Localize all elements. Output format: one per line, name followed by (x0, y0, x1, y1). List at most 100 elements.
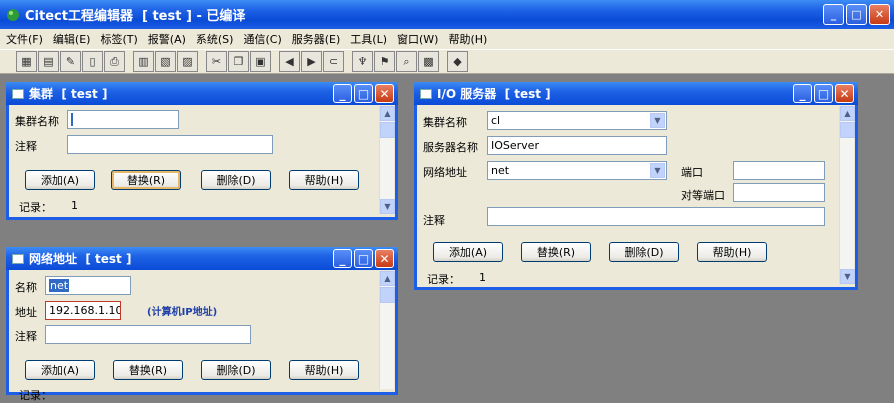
compile-icon[interactable]: ▩ (418, 51, 439, 72)
menu-tags[interactable]: 标签(T) (100, 31, 137, 47)
io-cluster-value: cl (491, 114, 501, 127)
network-add-button[interactable]: 添加(A) (25, 360, 95, 380)
io-close-button[interactable]: ✕ (835, 84, 854, 103)
network-comment-field[interactable] (45, 325, 251, 344)
scroll-up-icon[interactable]: ▲ (380, 106, 395, 121)
io-server-label: 服务器名称 (423, 141, 478, 154)
cluster-name-value (71, 113, 73, 126)
chevron-down-icon[interactable]: ▼ (650, 163, 665, 178)
io-server-field[interactable]: IOServer (487, 136, 667, 155)
menu-tools[interactable]: 工具(L) (350, 31, 387, 47)
io-record-value: 1 (479, 271, 486, 284)
network-help-button[interactable]: 帮助(H) (289, 360, 359, 380)
scroll-thumb[interactable] (380, 287, 395, 303)
io-server-window: I/O 服务器 [ test ] _ □ ✕ 集群名称 cl ▼ 服务器名称 I… (414, 82, 858, 290)
chevron-down-icon[interactable]: ▼ (650, 113, 665, 128)
network-maximize-button[interactable]: □ (354, 249, 373, 268)
maximize-button[interactable]: □ (846, 4, 867, 25)
io-minimize-button[interactable]: _ (793, 84, 812, 103)
variables-icon[interactable]: ▧ (155, 51, 176, 72)
scroll-down-icon[interactable]: ▼ (380, 199, 395, 214)
network-name-value: net (49, 279, 70, 292)
cluster-comment-field[interactable] (67, 135, 273, 154)
cluster-name-field[interactable] (67, 110, 179, 129)
io-port-label: 端口 (681, 166, 703, 179)
network-comment-label: 注释 (15, 330, 37, 343)
scroll-up-icon[interactable]: ▲ (840, 106, 855, 121)
network-addr-field[interactable]: 192.168.1.100 (45, 301, 121, 320)
graphics-icon[interactable]: ▦ (16, 51, 37, 72)
network-window-title: 网络地址 [ test ] (29, 252, 132, 266)
io-comment-field[interactable] (487, 207, 825, 226)
menu-alarms[interactable]: 报警(A) (148, 31, 186, 47)
io-scrollbar[interactable]: ▲ ▼ (839, 106, 855, 284)
io-cluster-combo[interactable]: cl ▼ (487, 111, 667, 130)
menu-file[interactable]: 文件(F) (6, 31, 43, 47)
io-peer-port-field[interactable] (733, 183, 825, 202)
network-scrollbar[interactable]: ▲ (379, 271, 395, 389)
network-minimize-button[interactable]: _ (333, 249, 352, 268)
window-icon (420, 88, 432, 99)
run-icon[interactable]: ♆ (352, 51, 373, 72)
flag-icon[interactable]: ⚑ (374, 51, 395, 72)
network-name-field[interactable]: net (45, 276, 131, 295)
paste-icon[interactable]: ▣ (250, 51, 271, 72)
menu-comms[interactable]: 通信(C) (243, 31, 281, 47)
menu-edit[interactable]: 编辑(E) (53, 31, 91, 47)
project-icon[interactable]: ▤ (38, 51, 59, 72)
cluster-window-title-bar: 集群 [ test ] _ □ ✕ (6, 82, 398, 105)
io-add-button[interactable]: 添加(A) (433, 242, 503, 262)
page-icon[interactable]: ▯ (82, 51, 103, 72)
toolbar: ▦ ▤ ✎ ▯ ⎙ ▥ ▧ ▨ ✂ ❐ ▣ ◀ ▶ ⊂ ♆ ⚑ ⌕ ▩ ◆ (0, 49, 894, 74)
io-help-button[interactable]: 帮助(H) (697, 242, 767, 262)
print-icon[interactable]: ⎙ (104, 51, 125, 72)
pen-icon[interactable]: ✎ (60, 51, 81, 72)
scroll-thumb[interactable] (840, 122, 855, 138)
menu-window[interactable]: 窗口(W) (397, 31, 438, 47)
io-cluster-label: 集群名称 (423, 116, 467, 129)
cluster-help-button[interactable]: 帮助(H) (289, 170, 359, 190)
cluster-add-button[interactable]: 添加(A) (25, 170, 95, 190)
io-maximize-button[interactable]: □ (814, 84, 833, 103)
network-replace-button[interactable]: 替换(R) (113, 360, 183, 380)
network-delete-button[interactable]: 删除(D) (201, 360, 271, 380)
menu-servers[interactable]: 服务器(E) (292, 31, 341, 47)
io-port-field[interactable] (733, 161, 825, 180)
io-record-label: 记录： (427, 273, 460, 286)
cluster-close-button[interactable]: ✕ (375, 84, 394, 103)
scroll-thumb[interactable] (380, 122, 395, 138)
io-net-combo[interactable]: net ▼ (487, 161, 667, 180)
io-replace-button[interactable]: 替换(R) (521, 242, 591, 262)
search-icon[interactable]: ⌕ (396, 51, 417, 72)
app-title: Citect工程编辑器 [ test ] - 已编译 (25, 9, 246, 24)
cluster-replace-button[interactable]: 替换(R) (111, 170, 181, 190)
close-button[interactable]: ✕ (869, 4, 890, 25)
network-window-title-bar: 网络地址 [ test ] _ □ ✕ (6, 247, 398, 270)
tag-icon[interactable]: ▥ (133, 51, 154, 72)
back-icon[interactable]: ◀ (279, 51, 300, 72)
cluster-delete-button[interactable]: 删除(D) (201, 170, 271, 190)
menu-help[interactable]: 帮助(H) (448, 31, 487, 47)
cluster-record-label: 记录： (19, 201, 52, 214)
forward-icon[interactable]: ▶ (301, 51, 322, 72)
cluster-maximize-button[interactable]: □ (354, 84, 373, 103)
cluster-scrollbar[interactable]: ▲ ▼ (379, 106, 395, 214)
scroll-up-icon[interactable]: ▲ (380, 271, 395, 286)
eraser-icon[interactable]: ◆ (447, 51, 468, 72)
io-window-title: I/O 服务器 [ test ] (437, 87, 551, 101)
network-addr-label: 地址 (15, 306, 37, 319)
menu-system[interactable]: 系统(S) (196, 31, 234, 47)
link-icon[interactable]: ⊂ (323, 51, 344, 72)
minimize-button[interactable]: _ (823, 4, 844, 25)
scroll-down-icon[interactable]: ▼ (840, 269, 855, 284)
lists-icon[interactable]: ▨ (177, 51, 198, 72)
io-peer-port-label: 对等端口 (681, 189, 725, 202)
network-close-button[interactable]: ✕ (375, 249, 394, 268)
cluster-minimize-button[interactable]: _ (333, 84, 352, 103)
cut-icon[interactable]: ✂ (206, 51, 227, 72)
network-record-label: 记录： (19, 389, 52, 402)
cluster-window: 集群 [ test ] _ □ ✕ 集群名称 注释 添加(A) 替换(R) 删除… (6, 82, 398, 220)
io-delete-button[interactable]: 删除(D) (609, 242, 679, 262)
cluster-comment-label: 注释 (15, 140, 37, 153)
copy-icon[interactable]: ❐ (228, 51, 249, 72)
